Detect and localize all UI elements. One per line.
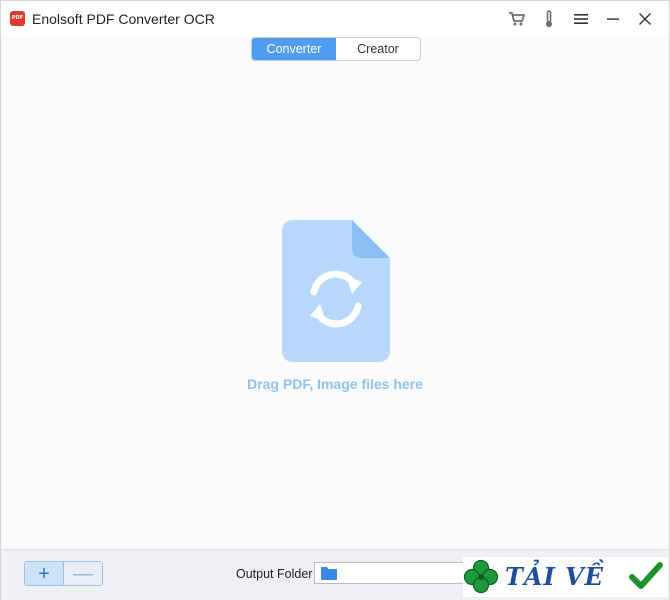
watermark: TẢI VỀ [463, 557, 668, 597]
close-button[interactable] [629, 9, 661, 29]
app-logo: PDF [10, 11, 25, 26]
add-file-button[interactable]: + [25, 562, 64, 585]
close-icon [639, 13, 651, 25]
minimize-icon [607, 18, 619, 20]
drop-hint: Drag PDF, Image files here [247, 376, 423, 392]
titlebar-controls [501, 9, 661, 29]
menu-icon [574, 14, 588, 24]
checkmark-icon [629, 562, 663, 589]
thermometer-icon [546, 10, 552, 27]
app-window: PDF Enolsoft PDF Converter OCR Converter… [0, 0, 670, 600]
clover-icon [463, 559, 499, 594]
cart-button[interactable] [501, 9, 533, 29]
title-bar: PDF Enolsoft PDF Converter OCR [1, 1, 669, 37]
folder-icon [321, 567, 337, 580]
tab-converter[interactable]: Converter [252, 38, 336, 60]
app-title: Enolsoft PDF Converter OCR [32, 11, 215, 27]
file-sync-icon [282, 220, 390, 362]
watermark-text: TẢI VỀ [505, 562, 604, 591]
cart-icon [509, 12, 525, 26]
menu-button[interactable] [565, 9, 597, 29]
mode-tabs: Converter Creator [251, 37, 421, 61]
tab-creator[interactable]: Creator [336, 38, 420, 60]
minimize-button[interactable] [597, 9, 629, 29]
temperature-button[interactable] [533, 9, 565, 29]
file-buttons: + — [24, 561, 103, 586]
output-folder-field[interactable] [314, 562, 464, 584]
remove-file-button[interactable]: — [64, 562, 102, 585]
output-folder-label: Output Folder [236, 567, 313, 581]
